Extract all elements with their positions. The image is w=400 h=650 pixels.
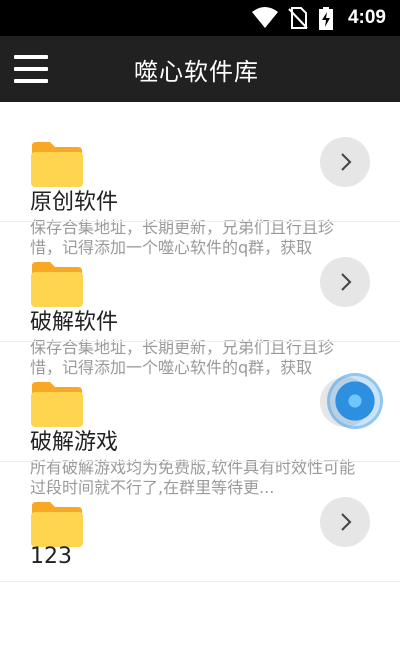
item-title: 123 [30,544,72,569]
app-bar: 噬心软件库 [0,36,400,102]
menu-icon[interactable] [14,52,48,86]
divider [0,581,400,582]
touch-indicator [330,376,380,426]
list-item[interactable]: 123 [0,462,400,582]
status-time: 4:09 [347,7,386,28]
battery-charging-icon [319,7,333,30]
chevron-right-icon [341,273,352,291]
item-description [30,578,360,618]
open-button[interactable] [320,137,370,187]
folder-icon [31,262,83,307]
open-button[interactable] [320,257,370,307]
list-item[interactable]: 原创软件 保存合集地址，长期更新，兄弟们且行且珍惜，记得添加一个噬心软件的q群，… [0,102,400,257]
page-title: 噬心软件库 [134,58,259,86]
wifi-icon [252,7,278,28]
folder-icon [31,382,83,427]
folder-icon [31,502,83,547]
status-bar: 4:09 [0,0,400,36]
folder-icon [31,142,83,187]
chevron-right-icon [341,513,352,531]
item-title: 破解软件 [30,310,119,335]
open-button[interactable] [320,497,370,547]
no-sim-icon [288,7,308,29]
item-title: 破解游戏 [30,430,119,455]
item-title: 原创软件 [30,190,119,215]
list-item[interactable]: 破解软件 保存合集地址，长期更新，兄弟们且行且珍惜，记得添加一个噬心软件的q群，… [0,222,400,377]
chevron-right-icon [341,153,352,171]
